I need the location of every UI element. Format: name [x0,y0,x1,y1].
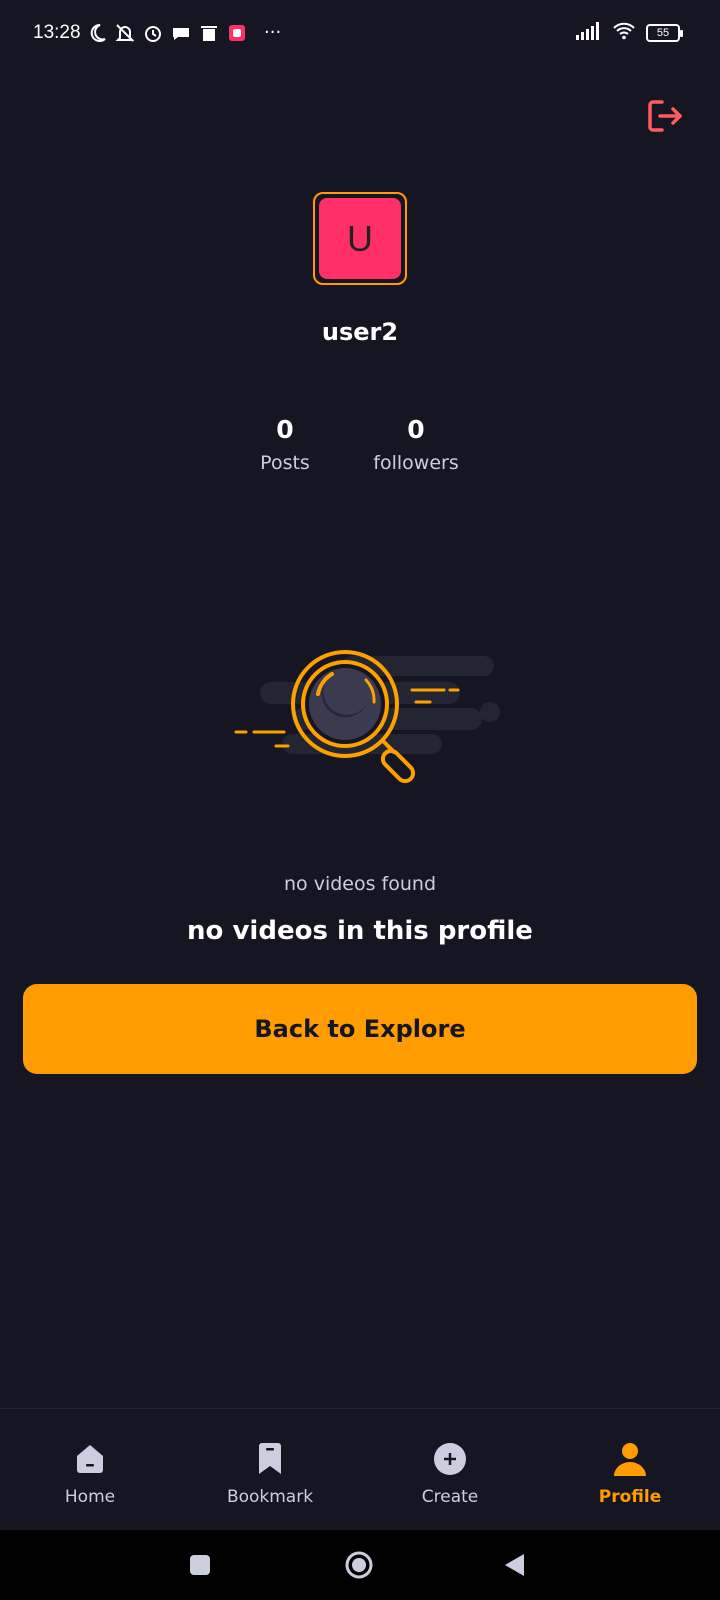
tab-home[interactable]: Home [10,1441,170,1507]
system-nav-bar [0,1530,720,1600]
stat-followers: 0 followers [346,415,486,474]
home-nav-button[interactable] [342,1548,376,1582]
status-icons-right: 55 [576,20,683,46]
stat-followers-value: 0 [407,415,425,444]
signal-icon [576,22,602,44]
tab-create-label: Create [421,1487,479,1507]
stat-posts: 0 Posts [215,415,355,474]
status-time: 13:28 [33,22,81,43]
avatar: U [319,198,401,279]
avatar-frame: U [313,192,407,285]
moon-icon [86,22,108,44]
overflow-dots: ··· [264,22,282,43]
app-notification-icon [226,22,248,44]
logout-button[interactable] [646,98,684,134]
square-icon [190,1555,210,1575]
status-icons-left: ··· [86,20,281,46]
stat-posts-label: Posts [260,452,310,474]
empty-state-title: no videos found [284,873,436,895]
home-icon [72,1441,108,1477]
stat-followers-label: followers [373,452,459,474]
trash-icon [198,22,220,44]
recents-button[interactable] [183,1548,217,1582]
tab-bookmark[interactable]: Bookmark [190,1441,350,1507]
stat-posts-value: 0 [276,415,294,444]
tab-bookmark-label: Bookmark [226,1487,314,1507]
empty-search-illustration [234,650,500,784]
bell-off-icon [114,22,136,44]
bottom-tab-bar: Home Bookmark Create Profile [0,1408,720,1530]
triangle-back-icon [505,1554,524,1576]
circle-icon [345,1551,373,1579]
tab-profile-label: Profile [598,1487,662,1507]
tab-create[interactable]: Create [370,1441,530,1507]
wifi-icon [612,22,636,44]
bookmark-icon [252,1441,288,1477]
battery-indicator: 55 [646,24,683,42]
back-button[interactable] [497,1548,531,1582]
empty-state-subtitle: no videos in this profile [187,916,533,946]
username: user2 [321,318,399,346]
tab-home-label: Home [64,1487,116,1507]
status-bar: 13:28 ··· 55 [0,0,720,70]
plus-icon [432,1441,468,1477]
chat-icon [170,22,192,44]
back-to-explore-button[interactable]: Back to Explore [23,984,697,1074]
tab-profile[interactable]: Profile [550,1441,710,1507]
profile-icon [612,1441,648,1477]
logout-icon [648,100,682,132]
alarm-icon [142,22,164,44]
